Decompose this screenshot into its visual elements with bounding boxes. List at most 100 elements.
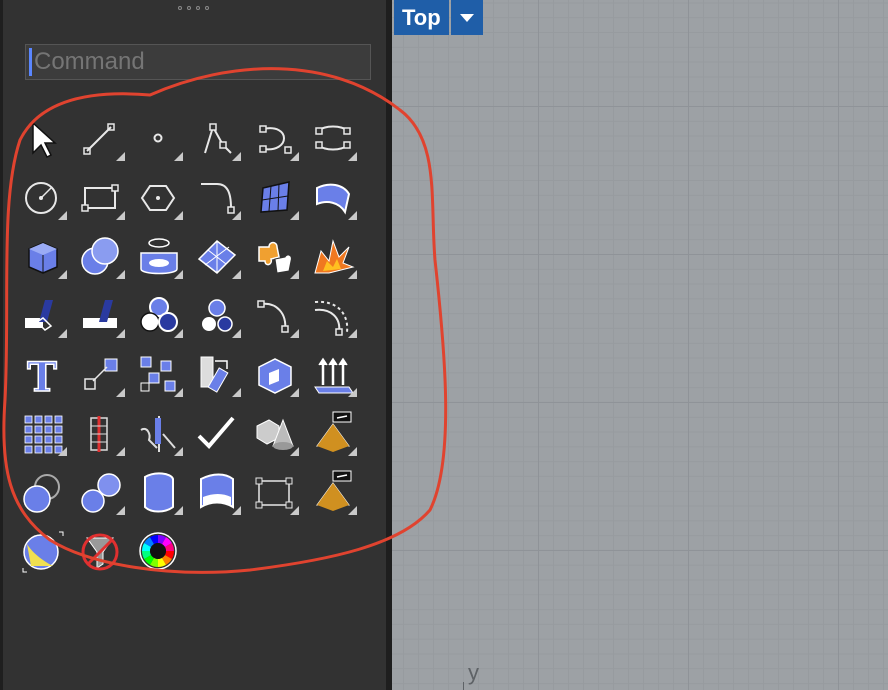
flyout-indicator[interactable] bbox=[290, 270, 299, 279]
flyout-indicator[interactable] bbox=[116, 388, 125, 397]
flyout-indicator[interactable] bbox=[348, 388, 357, 397]
tool-button[interactable] bbox=[71, 285, 129, 344]
tool-button[interactable] bbox=[13, 108, 71, 167]
flyout-indicator[interactable] bbox=[232, 329, 241, 338]
tool-button[interactable] bbox=[187, 462, 245, 521]
tool-button[interactable] bbox=[71, 344, 129, 403]
tool-button[interactable] bbox=[303, 167, 361, 226]
tool-button[interactable] bbox=[129, 462, 187, 521]
tool-button[interactable] bbox=[129, 403, 187, 462]
tool-button[interactable] bbox=[245, 285, 303, 344]
tool-button[interactable] bbox=[303, 344, 361, 403]
flyout-indicator[interactable] bbox=[290, 152, 299, 161]
tool-button[interactable]: T bbox=[13, 344, 71, 403]
text-cursor bbox=[29, 48, 32, 76]
tool-button[interactable] bbox=[129, 226, 187, 285]
flyout-indicator[interactable] bbox=[348, 211, 357, 220]
tool-button[interactable] bbox=[71, 108, 129, 167]
viewport-dropdown-button[interactable] bbox=[450, 0, 483, 35]
tool-button[interactable] bbox=[13, 226, 71, 285]
filter-off-icon bbox=[81, 533, 119, 570]
tool-button[interactable] bbox=[71, 226, 129, 285]
axis-tick bbox=[463, 682, 464, 690]
flyout-indicator[interactable] bbox=[58, 211, 67, 220]
tool-button[interactable] bbox=[303, 462, 361, 521]
axis-y-label: y bbox=[468, 660, 479, 685]
flyout-indicator[interactable] bbox=[174, 152, 183, 161]
tool-button[interactable] bbox=[187, 403, 245, 462]
flyout-indicator[interactable] bbox=[58, 329, 67, 338]
tool-button[interactable] bbox=[129, 167, 187, 226]
viewport-label[interactable]: Top bbox=[394, 0, 449, 35]
flyout-indicator[interactable] bbox=[174, 447, 183, 456]
tool-button[interactable] bbox=[13, 462, 71, 521]
flyout-indicator[interactable] bbox=[348, 329, 357, 338]
tool-button[interactable] bbox=[245, 344, 303, 403]
viewport-top[interactable] bbox=[392, 0, 888, 690]
flyout-indicator[interactable] bbox=[174, 270, 183, 279]
tool-button[interactable] bbox=[187, 108, 245, 167]
panel-grip[interactable] bbox=[178, 6, 218, 12]
flyout-indicator[interactable] bbox=[290, 506, 299, 515]
flyout-indicator[interactable] bbox=[116, 447, 125, 456]
toolbar-panel: T bbox=[0, 0, 386, 690]
tool-button[interactable] bbox=[13, 403, 71, 462]
flyout-indicator[interactable] bbox=[232, 506, 241, 515]
tool-button[interactable] bbox=[245, 108, 303, 167]
flyout-indicator[interactable] bbox=[348, 270, 357, 279]
tool-button[interactable] bbox=[71, 521, 129, 580]
tool-button[interactable] bbox=[129, 344, 187, 403]
flyout-indicator[interactable] bbox=[174, 211, 183, 220]
tool-button[interactable] bbox=[245, 403, 303, 462]
flyout-indicator[interactable] bbox=[290, 388, 299, 397]
flyout-indicator[interactable] bbox=[348, 152, 357, 161]
tool-button[interactable] bbox=[303, 285, 361, 344]
tool-button[interactable] bbox=[71, 403, 129, 462]
flyout-indicator[interactable] bbox=[116, 152, 125, 161]
svg-text:T: T bbox=[27, 354, 57, 397]
tool-button[interactable] bbox=[187, 285, 245, 344]
flyout-indicator[interactable] bbox=[348, 506, 357, 515]
flyout-indicator[interactable] bbox=[174, 388, 183, 397]
tool-button[interactable] bbox=[129, 285, 187, 344]
checkmark-icon bbox=[197, 416, 235, 449]
tool-button[interactable] bbox=[13, 167, 71, 226]
sphere-shadow-icon bbox=[23, 473, 60, 513]
tool-button[interactable] bbox=[129, 108, 187, 167]
tool-button[interactable] bbox=[71, 167, 129, 226]
flyout-indicator[interactable] bbox=[290, 447, 299, 456]
tool-button[interactable] bbox=[303, 226, 361, 285]
render-sphere-icon bbox=[22, 531, 64, 572]
flyout-indicator[interactable] bbox=[58, 270, 67, 279]
tool-button[interactable] bbox=[71, 462, 129, 521]
flyout-indicator[interactable] bbox=[116, 506, 125, 515]
tool-button[interactable] bbox=[187, 344, 245, 403]
flyout-indicator[interactable] bbox=[232, 270, 241, 279]
flyout-indicator[interactable] bbox=[174, 506, 183, 515]
tool-button[interactable] bbox=[13, 285, 71, 344]
flyout-indicator[interactable] bbox=[174, 329, 183, 338]
tool-button[interactable] bbox=[129, 521, 187, 580]
tool-button[interactable] bbox=[187, 226, 245, 285]
flyout-indicator[interactable] bbox=[232, 388, 241, 397]
tool-button[interactable] bbox=[245, 462, 303, 521]
flyout-indicator[interactable] bbox=[116, 211, 125, 220]
flyout-indicator[interactable] bbox=[290, 329, 299, 338]
select-arrow-icon bbox=[32, 120, 57, 158]
tool-button[interactable] bbox=[303, 108, 361, 167]
flyout-indicator[interactable] bbox=[290, 211, 299, 220]
tool-button[interactable] bbox=[187, 167, 245, 226]
tool-button[interactable] bbox=[245, 226, 303, 285]
flyout-indicator[interactable] bbox=[232, 211, 241, 220]
command-input[interactable] bbox=[25, 44, 371, 80]
tool-button[interactable] bbox=[303, 403, 361, 462]
flyout-indicator[interactable] bbox=[232, 152, 241, 161]
flyout-indicator[interactable] bbox=[348, 447, 357, 456]
color-wheel-icon bbox=[139, 531, 177, 570]
text-icon: T bbox=[26, 353, 58, 397]
flyout-indicator[interactable] bbox=[116, 270, 125, 279]
flyout-indicator[interactable] bbox=[58, 447, 67, 456]
tool-button[interactable] bbox=[245, 167, 303, 226]
tool-button[interactable] bbox=[13, 521, 71, 580]
flyout-indicator[interactable] bbox=[116, 329, 125, 338]
